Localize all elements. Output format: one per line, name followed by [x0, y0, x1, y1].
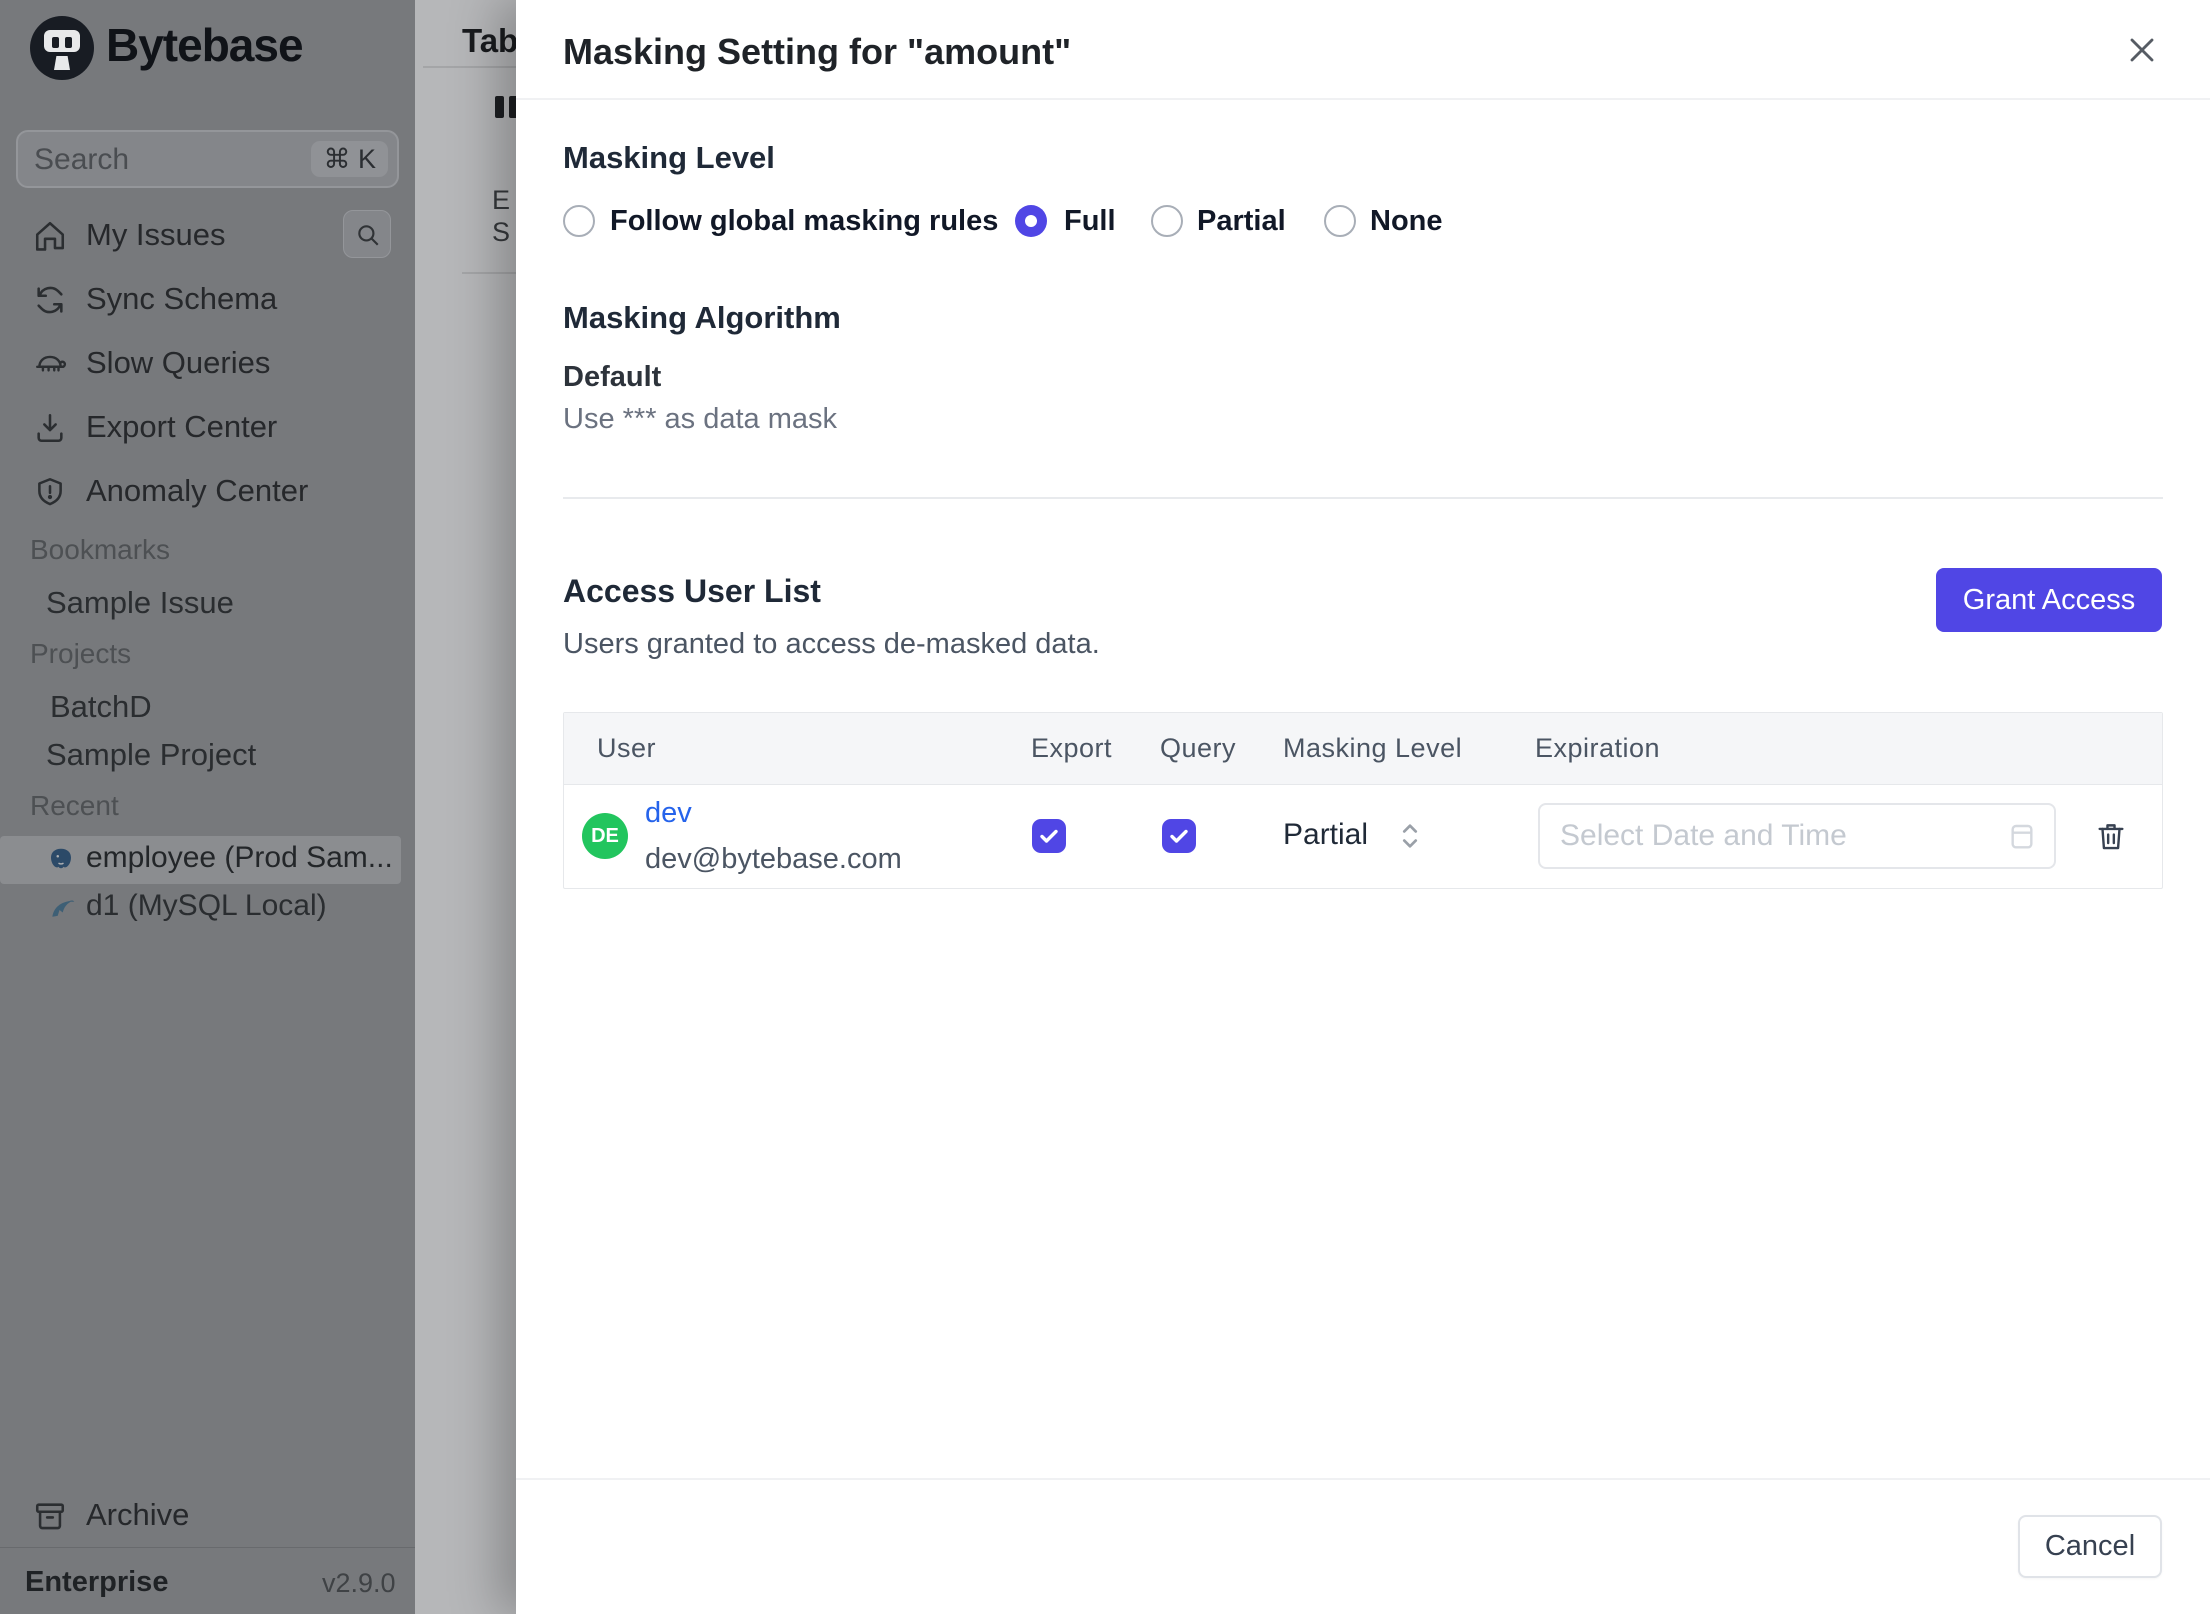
underlay-divider: [423, 66, 516, 68]
header-divider: [516, 98, 2210, 100]
radio-label-partial[interactable]: Partial: [1197, 203, 1286, 239]
masking-level-heading: Masking Level: [563, 140, 775, 175]
expiration-date-input[interactable]: Select Date and Time: [1538, 803, 2056, 869]
expiration-placeholder: Select Date and Time: [1560, 819, 1847, 852]
radio-label-none[interactable]: None: [1370, 203, 1443, 239]
sidebar-item-archive[interactable]: Archive: [0, 1484, 415, 1548]
avatar: DE: [582, 813, 628, 859]
sidebar-item-slow-queries[interactable]: Slow Queries: [0, 332, 415, 396]
radio-partial[interactable]: [1151, 205, 1183, 237]
drawer-title: Masking Setting for "amount": [563, 31, 1072, 72]
chevron-up-down-icon[interactable]: [1396, 820, 1424, 852]
search-input[interactable]: Search ⌘ K: [16, 130, 399, 188]
sidebar-item-export-center[interactable]: Export Center: [0, 396, 415, 460]
dimmed-page-underlay: Tab E S: [415, 0, 516, 1614]
shield-icon: [33, 475, 67, 509]
postgres-icon: [46, 845, 76, 875]
sidebar-item-d1-db[interactable]: d1 (MySQL Local): [86, 889, 327, 923]
home-icon: [33, 219, 67, 253]
trash-icon[interactable]: [2094, 819, 2128, 853]
sidebar-item-batchd[interactable]: BatchD: [50, 689, 152, 725]
brand-title: Bytebase: [106, 19, 304, 71]
sidebar-item-sample-project[interactable]: Sample Project: [46, 737, 256, 773]
plan-label[interactable]: Enterprise: [25, 1566, 168, 1599]
search-placeholder: Search: [34, 143, 130, 176]
section-divider: [563, 497, 2163, 499]
section-label-bookmarks: Bookmarks: [30, 534, 171, 565]
section-label-recent: Recent: [30, 790, 119, 821]
grant-access-button[interactable]: Grant Access: [1936, 568, 2162, 632]
table-row: DE dev dev@bytebase.com Partial Select D…: [564, 784, 2162, 889]
masking-level-select[interactable]: Partial: [1283, 818, 1368, 852]
col-header-export: Export: [1031, 733, 1113, 763]
col-header-masking-level: Masking Level: [1283, 733, 1463, 763]
col-header-query: Query: [1160, 733, 1237, 763]
cancel-button[interactable]: Cancel: [2018, 1515, 2162, 1578]
close-icon[interactable]: [2122, 30, 2162, 70]
section-label-projects: Projects: [30, 638, 132, 669]
radio-follow-global[interactable]: [563, 205, 595, 237]
underlay-divider-2: [462, 272, 516, 274]
sidebar-item-sync-schema[interactable]: Sync Schema: [0, 268, 415, 332]
masking-algorithm-heading: Masking Algorithm: [563, 300, 841, 335]
calendar-icon: [2006, 820, 2038, 852]
search-shortcut-kbd: ⌘ K: [311, 141, 388, 177]
sidebar-item-sample-issue[interactable]: Sample Issue: [46, 585, 234, 621]
export-checkbox[interactable]: [1032, 819, 1066, 853]
radio-full[interactable]: [1015, 205, 1047, 237]
user-name-link[interactable]: dev: [645, 797, 692, 830]
sidebar-footer-divider: [0, 1547, 415, 1548]
version-label: v2.9.0: [322, 1568, 396, 1598]
sidebar-item-anomaly-center[interactable]: Anomaly Center: [0, 460, 415, 524]
algorithm-name: Default: [563, 361, 662, 393]
underlay-label-e: E: [492, 185, 511, 215]
underlay-label-s: S: [492, 217, 511, 247]
download-icon: [33, 411, 67, 445]
col-header-user: User: [597, 733, 657, 763]
radio-none[interactable]: [1324, 205, 1356, 237]
bytebase-logo-icon: [30, 16, 94, 80]
sync-icon: [33, 283, 67, 317]
sidebar-item-employee-db-label: employee (Prod Sam...: [86, 841, 393, 874]
query-checkbox[interactable]: [1162, 819, 1196, 853]
mysql-icon: [48, 893, 78, 923]
issue-search-button[interactable]: [343, 210, 391, 258]
access-user-list-description: Users granted to access de-masked data.: [563, 628, 1100, 660]
radio-label-full[interactable]: Full: [1064, 203, 1116, 239]
underlay-tab-heading: Tab: [462, 22, 516, 59]
masking-setting-drawer: Masking Setting for "amount" Masking Lev…: [516, 0, 2210, 1614]
table-header-row: User Export Query Masking Level Expirati…: [564, 713, 2162, 785]
col-header-expiration: Expiration: [1535, 733, 1661, 763]
access-user-table: User Export Query Masking Level Expirati…: [563, 712, 2163, 889]
user-email: dev@bytebase.com: [645, 843, 902, 875]
turtle-icon: [33, 347, 67, 381]
radio-label-follow-global[interactable]: Follow global masking rules: [610, 203, 998, 239]
access-user-list-heading: Access User List: [563, 573, 821, 609]
archive-icon: [33, 1499, 67, 1533]
footer-divider: [516, 1478, 2210, 1480]
bytebase-app: Bytebase Search ⌘ K My Issues Sync Schem…: [0, 0, 2210, 1614]
sidebar: Bytebase Search ⌘ K My Issues Sync Schem…: [0, 0, 415, 1614]
algorithm-description: Use *** as data mask: [563, 403, 838, 435]
